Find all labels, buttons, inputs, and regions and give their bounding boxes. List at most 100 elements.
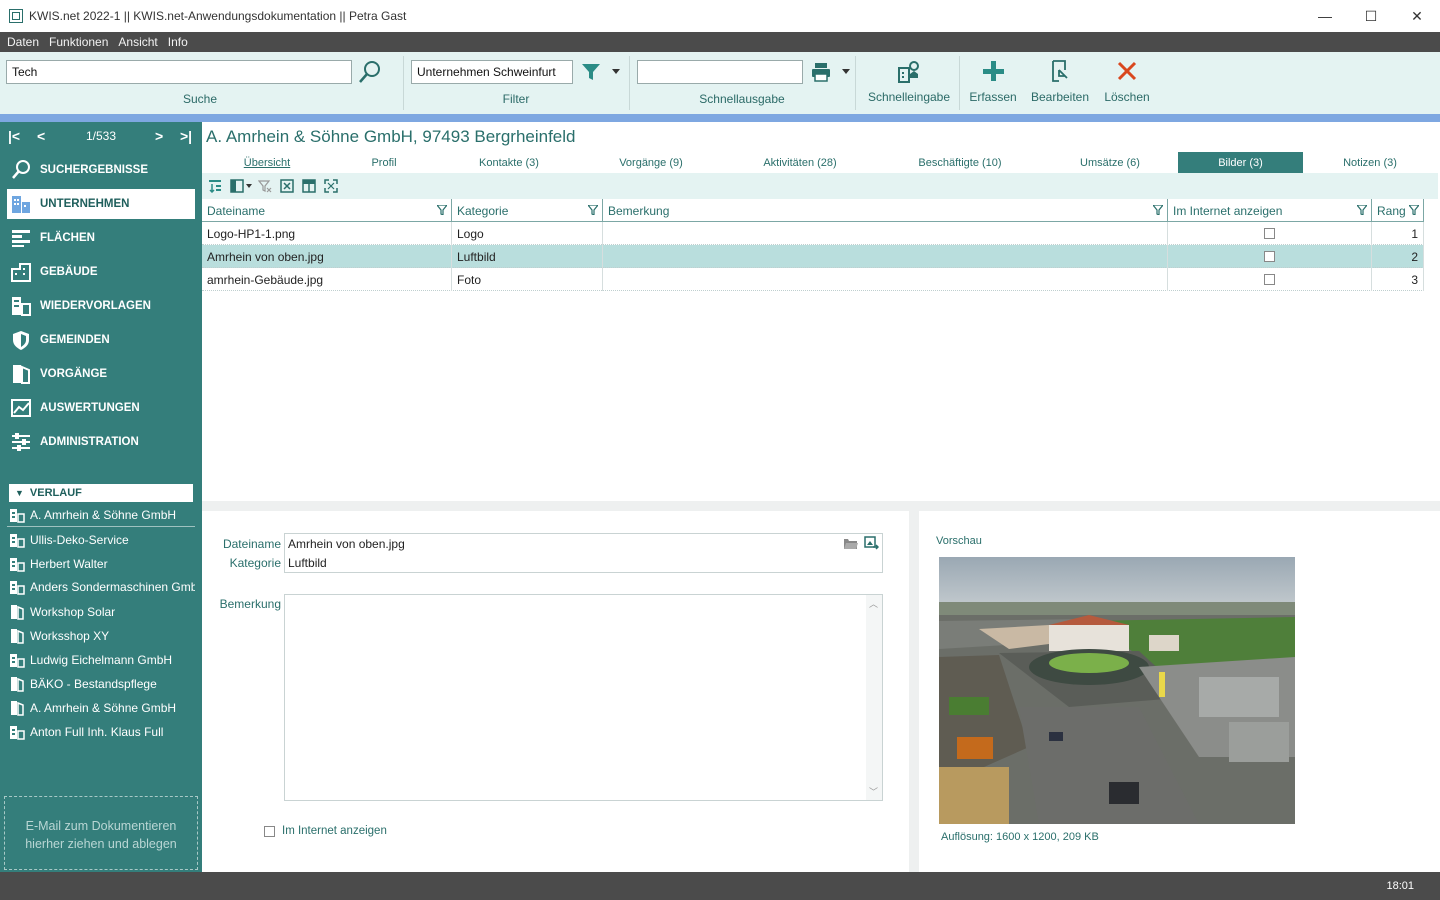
internet-checkbox[interactable] [1264,274,1275,285]
columns-dropdown-icon[interactable] [246,183,252,189]
next-record-button[interactable]: > [155,128,163,144]
horizontal-splitter[interactable] [202,501,1440,511]
tab-bilder[interactable]: Bilder (3) [1178,152,1303,173]
minimize-button[interactable]: — [1302,0,1348,32]
file-name-field[interactable]: Amrhein von oben.jpg [284,533,883,554]
internet-checkbox[interactable] [1264,251,1275,262]
filter-input[interactable] [411,60,573,84]
nav-flaechen[interactable]: FLÄCHEN [7,223,195,253]
nav-label: GEMEINDEN [40,334,110,346]
email-dropzone[interactable]: E-Mail zum Dokumentieren hierher ziehen … [4,796,198,870]
excel-export-icon[interactable] [280,179,294,193]
quick-entry-button[interactable]: Schnelleingabe [862,58,956,104]
delete-button[interactable]: Löschen [1098,58,1156,104]
history-item[interactable]: Worksshop XY [7,624,195,648]
remark-scrollbar[interactable]: ︿ ﹀ [866,595,882,800]
tab-vorgaenge[interactable]: Vorgänge (9) [594,152,708,173]
nav-vorgaenge[interactable]: VORGÄNGE [7,359,195,389]
internet-display-checkbox[interactable] [264,826,275,837]
history-item[interactable]: Ullis-Deko-Service [7,528,195,552]
scroll-down-icon[interactable]: ﹀ [869,785,878,798]
clear-filter-icon[interactable] [258,179,272,193]
history-item[interactable]: Anders Sondermaschinen Gmb... [7,575,195,599]
filter-dropdown-icon[interactable] [612,69,620,75]
fit-columns-icon[interactable] [324,179,338,193]
history-item[interactable]: Herbert Walter [7,552,195,576]
print-dropdown-icon[interactable] [842,69,850,75]
company-icon [10,654,25,668]
category-field[interactable]: Luftbild [284,553,883,573]
delete-label: Löschen [1104,90,1150,104]
search-icon[interactable] [358,60,382,84]
column-header-rang[interactable]: Rang [1372,199,1424,222]
nav-unternehmen[interactable]: UNTERNEHMEN [7,189,195,219]
resubmission-icon [12,297,31,316]
menu-info[interactable]: Info [168,35,188,49]
scroll-up-icon[interactable]: ︿ [869,597,878,610]
dropzone-text: hierher ziehen und ablegen [25,837,177,851]
table-row[interactable]: Logo-HP1-1.png Logo 1 [202,222,1424,245]
history-item[interactable]: BÄKO - Bestandspflege [7,672,195,696]
history-item[interactable]: Anton Full Inh. Klaus Full [7,720,195,744]
status-bar: 18:01 [0,872,1440,900]
first-record-button[interactable]: |< [8,128,20,144]
layout-icon[interactable] [302,179,316,193]
nav-suchergebnisse[interactable]: SUCHERGEBNISSE [7,155,195,185]
folder-open-icon[interactable] [843,537,858,550]
search-input[interactable] [6,60,352,84]
cell-bemerkung [603,222,1168,245]
last-record-button[interactable]: >| [180,128,192,144]
maximize-button[interactable]: ☐ [1348,0,1394,32]
internet-checkbox[interactable] [1264,228,1275,239]
nav-label: GEBÄUDE [40,266,98,278]
column-filter-icon[interactable] [1409,205,1419,215]
nav-wiedervorlagen[interactable]: WIEDERVORLAGEN [7,291,195,321]
previous-record-button[interactable]: < [37,128,45,144]
nav-auswertungen[interactable]: AUSWERTUNGEN [7,393,195,423]
filter-icon[interactable] [580,61,602,83]
tab-profil[interactable]: Profil [330,152,438,173]
history-item[interactable]: A. Amrhein & Söhne GmbH [7,503,195,527]
sort-icon[interactable] [208,179,222,193]
history-item[interactable]: A. Amrhein & Söhne GmbH [7,696,195,720]
printer-icon[interactable] [810,61,832,83]
column-filter-icon[interactable] [588,205,598,215]
column-filter-icon[interactable] [1357,205,1367,215]
create-button[interactable]: Erfassen [964,58,1022,104]
nav-gebaeude[interactable]: GEBÄUDE [7,257,195,287]
columns-icon[interactable] [230,179,244,193]
menu-funktionen[interactable]: Funktionen [49,35,108,49]
nav-gemeinden[interactable]: GEMEINDEN [7,325,195,355]
close-window-button[interactable]: ✕ [1394,0,1440,32]
column-filter-icon[interactable] [1153,205,1163,215]
table-row[interactable]: Amrhein von oben.jpg Luftbild 2 [202,245,1424,268]
tab-aktivitaeten[interactable]: Aktivitäten (28) [742,152,858,173]
vertical-splitter[interactable] [909,511,919,872]
menu-daten[interactable]: Daten [7,35,39,49]
history-item[interactable]: Workshop Solar [7,600,195,624]
reports-icon [11,399,31,417]
title-bar: KWIS.net 2022-1 || KWIS.net-Anwendungsdo… [0,0,1440,32]
column-header-bemerkung[interactable]: Bemerkung [603,199,1168,222]
history-item[interactable]: Ludwig Eichelmann GmbH [7,648,195,672]
open-image-icon[interactable] [864,536,879,551]
edit-button[interactable]: Bearbeiten [1028,58,1092,104]
column-header-kategorie[interactable]: Kategorie [452,199,603,222]
remark-textarea[interactable] [284,594,883,801]
column-header-dateiname[interactable]: Dateiname [202,199,452,222]
edit-label: Bearbeiten [1030,90,1090,104]
tab-notizen[interactable]: Notizen (3) [1320,152,1420,173]
nav-administration[interactable]: ADMINISTRATION [7,427,195,457]
record-counter: 1/533 [86,129,117,143]
column-filter-icon[interactable] [437,205,447,215]
column-header-im-internet[interactable]: Im Internet anzeigen [1168,199,1372,222]
tab-uebersicht[interactable]: Übersicht [212,152,322,173]
history-header[interactable]: ▼ VERLAUF [9,484,193,502]
tab-beschaeftigte[interactable]: Beschäftigte (10) [902,152,1018,173]
quick-output-input[interactable] [637,60,803,84]
menu-ansicht[interactable]: Ansicht [118,35,157,49]
table-row[interactable]: amrhein-Gebäude.jpg Foto 3 [202,268,1424,291]
process-icon [11,605,24,620]
tab-umsaetze[interactable]: Umsätze (6) [1060,152,1160,173]
tab-kontakte[interactable]: Kontakte (3) [452,152,566,173]
